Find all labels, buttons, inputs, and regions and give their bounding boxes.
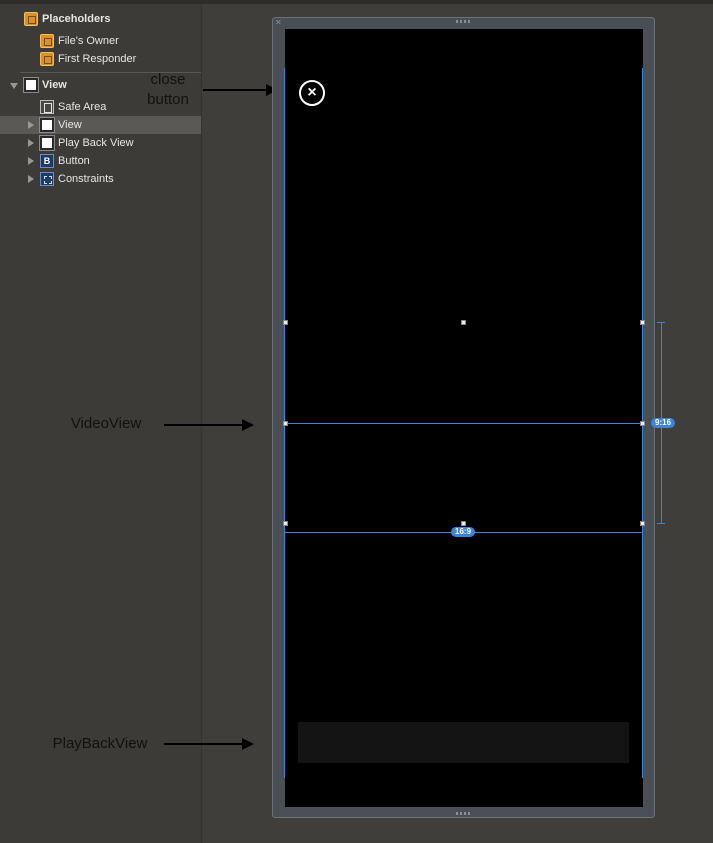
resize-handle[interactable] bbox=[640, 320, 645, 325]
aspect-ratio-badge-horizontal[interactable]: 16:9 bbox=[451, 527, 476, 537]
video-view-center-line bbox=[285, 423, 642, 424]
outline-play-back-view[interactable]: Play Back View bbox=[0, 134, 201, 152]
video-view-arrow bbox=[164, 419, 254, 431]
scene-close-icon[interactable]: ✕ bbox=[275, 19, 282, 27]
disclosure-closed-icon[interactable] bbox=[28, 157, 34, 165]
root-view[interactable] bbox=[285, 29, 643, 807]
view-icon bbox=[39, 117, 55, 133]
resize-handle[interactable] bbox=[640, 521, 645, 526]
first-responder-cube-icon bbox=[40, 52, 54, 66]
scene-bottom-handle[interactable] bbox=[456, 812, 470, 815]
close-icon[interactable]: × bbox=[299, 80, 325, 106]
playback-view-arrow bbox=[164, 738, 254, 750]
placeholder-cube-icon bbox=[24, 12, 38, 26]
aspect-ratio-badge-vertical[interactable]: 9:16 bbox=[651, 418, 676, 428]
outline-label: View bbox=[42, 79, 67, 91]
view-icon bbox=[39, 135, 55, 151]
outline-view-child[interactable]: View bbox=[0, 116, 201, 134]
resize-handle[interactable] bbox=[640, 421, 645, 426]
vertical-aspect-cap-bottom bbox=[657, 523, 665, 524]
resize-handle[interactable] bbox=[283, 521, 288, 526]
outline-label: File's Owner bbox=[58, 35, 119, 47]
vertical-aspect-cap-top bbox=[657, 322, 665, 323]
outline-button[interactable]: B Button bbox=[0, 152, 201, 170]
close-button-annotation: close button bbox=[147, 71, 189, 108]
resize-handle[interactable] bbox=[283, 421, 288, 426]
safe-area-icon bbox=[40, 100, 54, 114]
disclosure-closed-icon[interactable] bbox=[28, 139, 34, 147]
outline-placeholders[interactable]: Placeholders bbox=[0, 10, 201, 28]
outline-label: View bbox=[58, 119, 82, 131]
files-owner-cube-icon bbox=[40, 34, 54, 48]
disclosure-closed-icon[interactable] bbox=[28, 175, 34, 183]
playback-view[interactable] bbox=[298, 722, 629, 763]
scene-top-handle[interactable] bbox=[456, 20, 470, 23]
disclosure-open-icon[interactable] bbox=[10, 83, 18, 89]
outline-label: First Responder bbox=[58, 53, 137, 65]
view-icon bbox=[23, 77, 39, 93]
outline-label: Safe Area bbox=[58, 101, 107, 113]
button-icon: B bbox=[40, 154, 54, 168]
constraints-icon bbox=[40, 172, 54, 186]
outline-label: Button bbox=[58, 155, 90, 167]
outline-label: Play Back View bbox=[58, 137, 134, 149]
resize-handle[interactable] bbox=[461, 320, 466, 325]
playback-view-annotation: PlayBackView bbox=[52, 735, 148, 752]
outline-label: Constraints bbox=[58, 173, 114, 185]
video-view-annotation: VideoView bbox=[70, 415, 142, 432]
disclosure-closed-icon[interactable] bbox=[28, 121, 34, 129]
outline-label: Placeholders bbox=[42, 13, 111, 25]
outline-first-responder[interactable]: First Responder bbox=[0, 50, 201, 68]
outline-constraints[interactable]: Constraints bbox=[0, 170, 201, 188]
resize-handle[interactable] bbox=[461, 521, 466, 526]
resize-handle[interactable] bbox=[283, 320, 288, 325]
close-button-arrow bbox=[203, 84, 278, 96]
outline-files-owner[interactable]: File's Owner bbox=[0, 32, 201, 50]
